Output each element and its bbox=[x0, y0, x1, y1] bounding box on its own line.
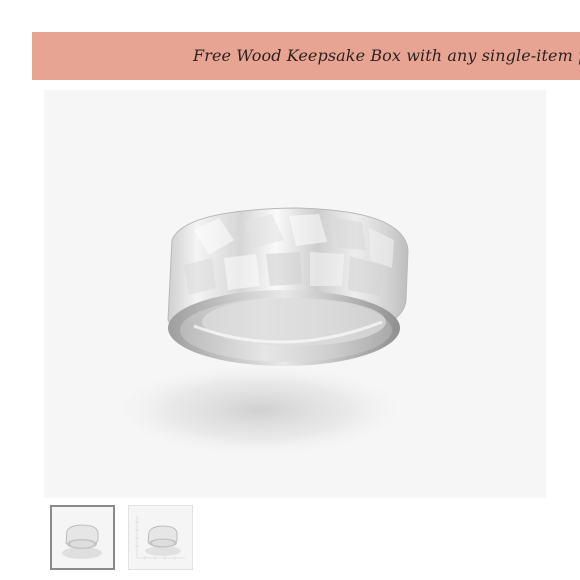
promo-banner[interactable]: Free Wood Keepsake Box with any single-i… bbox=[32, 32, 580, 80]
hammered-ring-image bbox=[109, 207, 409, 458]
thumbnail-ring[interactable] bbox=[50, 505, 115, 570]
product-gallery-page: Free Wood Keepsake Box with any single-i… bbox=[0, 0, 580, 580]
product-main-image[interactable] bbox=[44, 90, 546, 498]
thumbnail-ring-with-ruler[interactable] bbox=[128, 505, 193, 570]
ring-with-ruler-thumbnail-icon bbox=[135, 516, 185, 560]
promo-text: Free Wood Keepsake Box with any single-i… bbox=[193, 46, 580, 65]
ring-thumbnail-icon bbox=[62, 524, 102, 559]
